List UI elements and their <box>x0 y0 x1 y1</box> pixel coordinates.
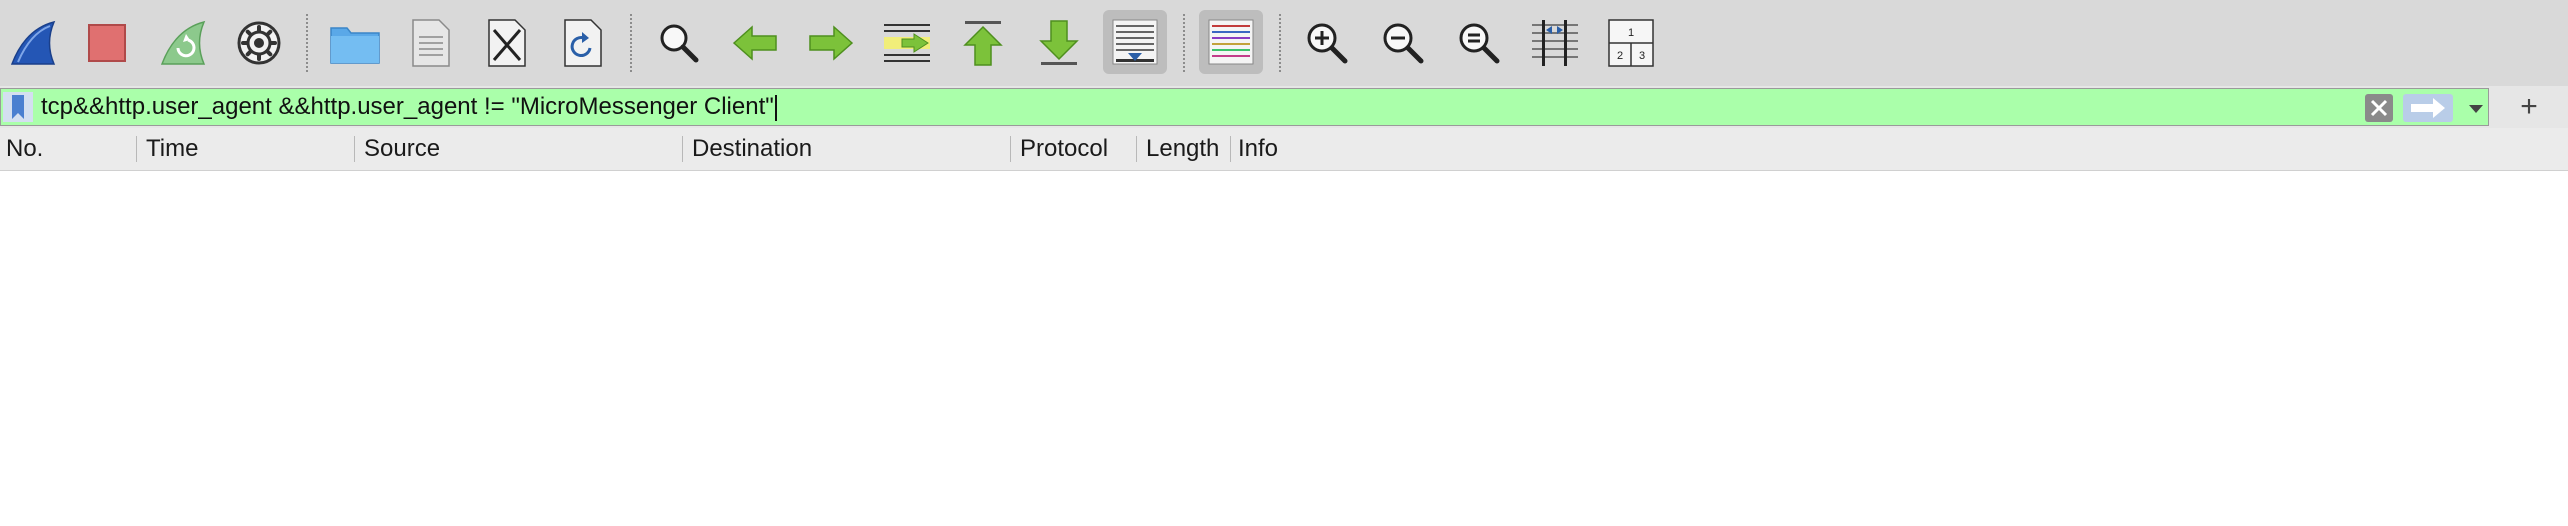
restart-capture-button[interactable] <box>154 17 212 69</box>
apply-filter-icon[interactable] <box>2403 94 2453 122</box>
close-file-button[interactable] <box>478 17 536 69</box>
find-packet-icon <box>660 24 699 63</box>
go-last-packet-button[interactable] <box>1030 17 1088 69</box>
column-divider[interactable] <box>136 136 137 162</box>
stop-capture-icon <box>88 24 126 62</box>
colorize-button[interactable] <box>1199 10 1263 74</box>
column-header-destination[interactable]: Destination <box>686 128 1010 170</box>
toolbar-separator <box>630 14 632 72</box>
display-filter-value: tcp&&http.user_agent &&http.user_agent !… <box>41 93 774 120</box>
toolbar-separator <box>1183 14 1185 72</box>
resize-columns-icon <box>1532 20 1578 66</box>
main-toolbar: 1 2 3 <box>0 0 2568 86</box>
zoom-out-button[interactable] <box>1374 17 1432 69</box>
column-divider[interactable] <box>1136 136 1137 162</box>
toolbar-separator <box>1279 14 1281 72</box>
find-packet-button[interactable] <box>650 17 708 69</box>
column-divider[interactable] <box>1010 136 1011 162</box>
go-forward-button[interactable] <box>802 17 860 69</box>
column-header-time[interactable]: Time <box>140 128 354 170</box>
open-file-icon <box>330 27 380 64</box>
open-file-button[interactable] <box>326 17 384 69</box>
auto-scroll-button[interactable] <box>1103 10 1167 74</box>
layout-pane-2-number: 2 <box>1617 50 1623 62</box>
column-header-no[interactable]: No. <box>0 128 136 170</box>
zoom-in-icon <box>1307 23 1348 64</box>
layout-panes-button[interactable]: 1 2 3 <box>1602 17 1660 69</box>
zoom-out-icon <box>1383 23 1424 64</box>
column-divider[interactable] <box>1230 136 1231 162</box>
go-last-packet-icon <box>1039 20 1079 65</box>
column-header-protocol[interactable]: Protocol <box>1014 128 1136 170</box>
column-divider[interactable] <box>682 136 683 162</box>
display-filter-field[interactable]: tcp&&http.user_agent &&http.user_agent !… <box>0 88 2489 126</box>
stop-capture-button[interactable] <box>78 17 136 69</box>
filter-dropdown-icon[interactable] <box>2463 95 2489 121</box>
colorize-icon <box>1208 19 1254 65</box>
go-back-button[interactable] <box>726 17 784 69</box>
close-file-icon <box>488 19 526 67</box>
layout-panes-icon: 1 2 3 <box>1608 19 1654 67</box>
go-first-packet-button[interactable] <box>954 17 1012 69</box>
go-to-packet-button[interactable] <box>878 17 936 69</box>
column-header-info[interactable]: Info <box>1232 128 2568 170</box>
resize-columns-button[interactable] <box>1526 17 1584 69</box>
display-filter-input[interactable]: tcp&&http.user_agent &&http.user_agent !… <box>41 89 777 125</box>
layout-pane-3-number: 3 <box>1639 50 1645 62</box>
reload-file-icon <box>564 19 602 67</box>
start-capture-button[interactable] <box>4 17 62 69</box>
save-file-button[interactable] <box>402 17 460 69</box>
column-divider[interactable] <box>354 136 355 162</box>
layout-pane-1-number: 1 <box>1628 27 1634 39</box>
restart-capture-icon <box>160 20 206 65</box>
go-to-packet-icon <box>884 24 930 62</box>
zoom-in-button[interactable] <box>1298 17 1356 69</box>
add-filter-button[interactable]: + <box>2510 88 2548 126</box>
go-first-packet-icon <box>963 21 1003 66</box>
zoom-normal-button[interactable] <box>1450 17 1508 69</box>
display-filter-bar: tcp&&http.user_agent &&http.user_agent !… <box>0 86 2568 128</box>
capture-options-button[interactable] <box>230 17 288 69</box>
clear-filter-icon[interactable] <box>2364 93 2394 123</box>
capture-options-icon <box>237 21 281 65</box>
auto-scroll-icon <box>1112 19 1158 65</box>
text-caret <box>774 94 777 121</box>
reload-file-button[interactable] <box>554 17 612 69</box>
column-header-source[interactable]: Source <box>358 128 682 170</box>
save-file-icon <box>412 19 450 67</box>
column-header-length[interactable]: Length <box>1140 128 1224 170</box>
toolbar-separator <box>306 14 308 72</box>
packet-list-header: No. Time Source Destination Protocol Len… <box>0 128 2568 171</box>
go-back-icon <box>732 25 777 61</box>
packet-list[interactable] <box>0 171 2568 526</box>
start-capture-icon <box>10 20 56 65</box>
zoom-normal-icon <box>1459 23 1500 64</box>
go-forward-icon <box>809 25 854 61</box>
bookmark-icon[interactable] <box>3 92 33 122</box>
